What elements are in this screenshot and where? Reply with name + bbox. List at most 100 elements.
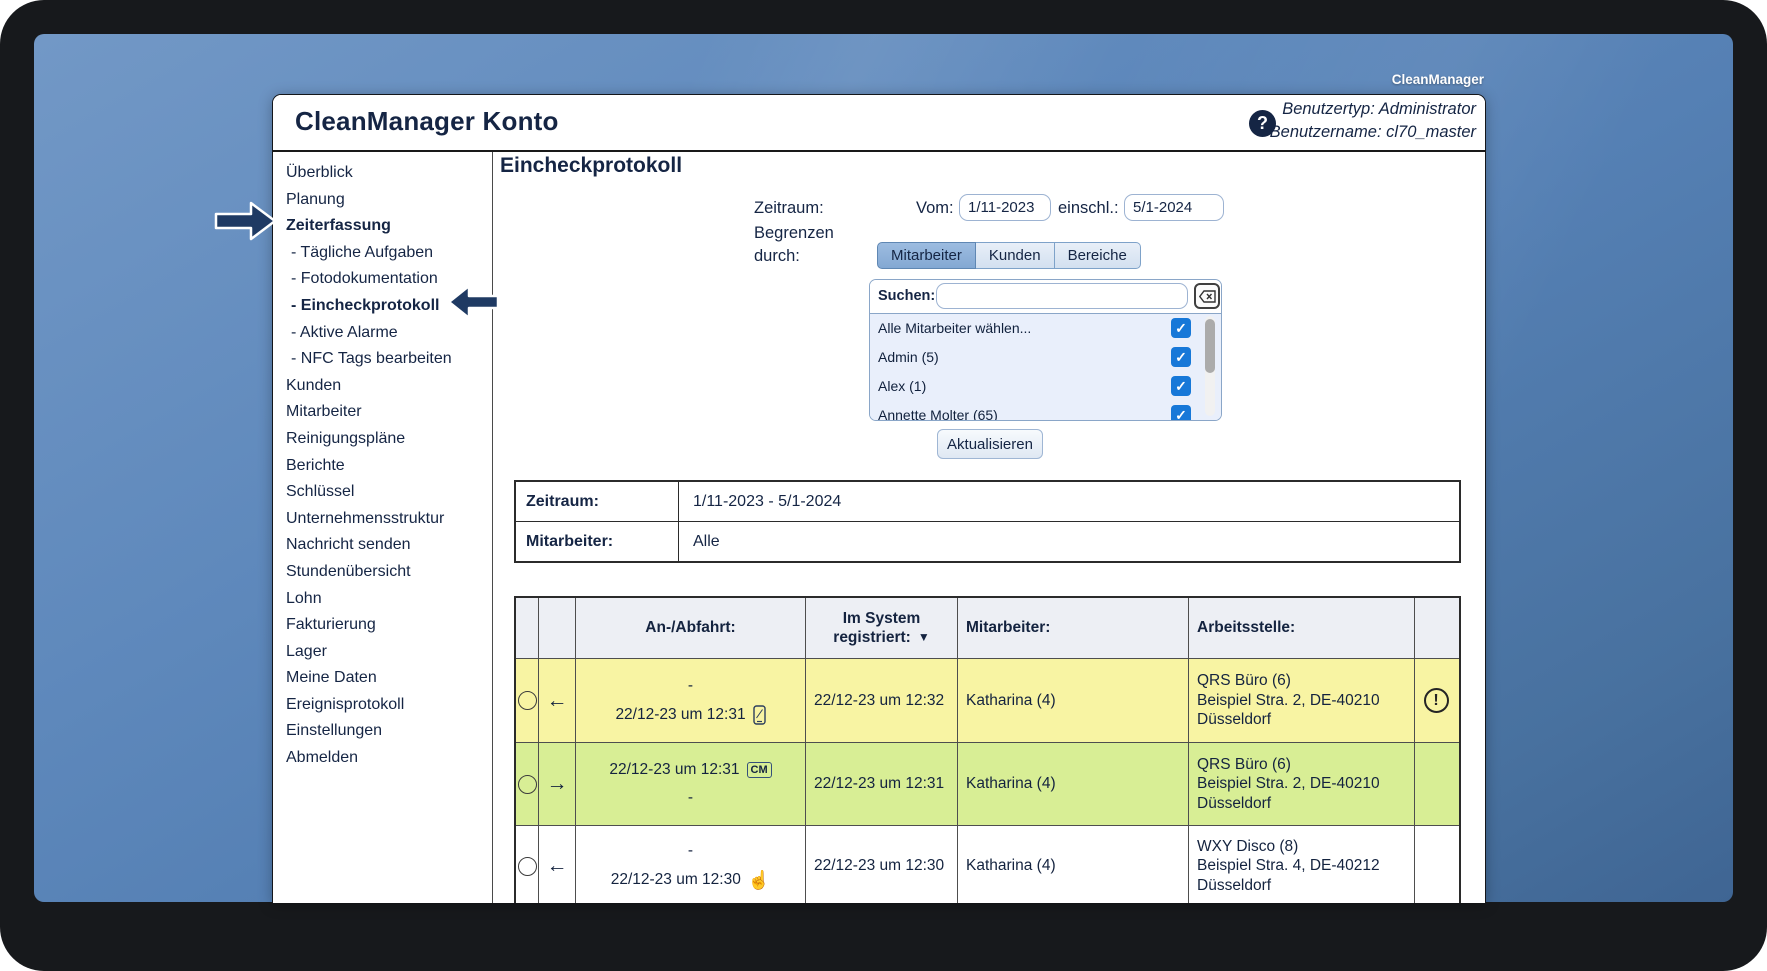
- browser-titlebar-brand: CleanManager: [1392, 72, 1484, 87]
- summary-value: Alle: [679, 522, 1459, 561]
- header-mitarbeiter: Mitarbeiter:: [958, 598, 1189, 658]
- arbeitsstelle-street: Beispiel Stra. 2, DE-40210: [1197, 774, 1380, 794]
- sidebar-item-abmelden[interactable]: Abmelden: [286, 745, 492, 772]
- sidebar-item-fakturierung[interactable]: Fakturierung: [286, 612, 492, 639]
- filter-summary-table: Zeitraum: 1/11-2023 - 5/1-2024 Mitarbeit…: [514, 480, 1461, 563]
- arbeitsstelle-street: Beispiel Stra. 4, DE-40212: [1197, 856, 1380, 876]
- table-row[interactable]: → 22/12-23 um 12:31 CM - 22/12-23 um 12:…: [516, 742, 1459, 825]
- header-an-abfahrt: An-/Abfahrt:: [576, 598, 806, 658]
- header-line: Im System: [843, 609, 921, 628]
- sidebar-item-einstellungen[interactable]: Einstellungen: [286, 718, 492, 745]
- arbeitsstelle-cell: WXY Disco (8) Beispiel Stra. 4, DE-40212…: [1189, 826, 1415, 903]
- annotation-arrow-right-icon: [214, 199, 278, 248]
- sidebar-item-kunden[interactable]: Kunden: [286, 373, 492, 400]
- arbeitsstelle-city: Düsseldorf: [1197, 794, 1380, 814]
- mitarbeiter-cell: Katharina (4): [958, 743, 1189, 825]
- clear-search-button[interactable]: [1194, 283, 1220, 309]
- einschl-date-input[interactable]: [1124, 194, 1224, 221]
- tab-bereiche[interactable]: Bereiche: [1055, 242, 1141, 269]
- summary-row-mitarbeiter: Mitarbeiter: Alle: [516, 521, 1459, 561]
- arbeitsstelle-city: Düsseldorf: [1197, 710, 1380, 730]
- list-item-annette[interactable]: Annette Molter (65) ✓: [870, 401, 1221, 420]
- direction-cell: ←: [539, 826, 576, 903]
- search-bar: Suchen:: [870, 280, 1221, 313]
- radio-cell: [516, 743, 539, 825]
- sidebar-item-meine-daten[interactable]: Meine Daten: [286, 665, 492, 692]
- list-item-label: Admin (5): [878, 349, 939, 365]
- sidebar-item-zeiterfassung[interactable]: Zeiterfassung: [286, 213, 492, 240]
- list-item-label: Annette Molter (65): [878, 407, 998, 420]
- radio-cell: [516, 659, 539, 742]
- sidebar-item-nfc-tags[interactable]: - NFC Tags bearbeiten: [286, 346, 492, 373]
- list-scrollbar[interactable]: [1205, 316, 1215, 416]
- row-radio[interactable]: [518, 775, 537, 794]
- filter-tabs: Mitarbeiter Kunden Bereiche: [877, 242, 1141, 269]
- checkbox-checked-icon[interactable]: ✓: [1171, 347, 1191, 367]
- header-arbeitsstelle: Arbeitsstelle:: [1189, 598, 1415, 658]
- radio-cell: [516, 826, 539, 903]
- list-item-alle[interactable]: Alle Mitarbeiter wählen... ✓: [870, 314, 1221, 343]
- tab-mitarbeiter[interactable]: Mitarbeiter: [877, 242, 976, 269]
- checkbox-checked-icon[interactable]: ✓: [1171, 405, 1191, 420]
- backspace-clear-icon: [1199, 290, 1216, 303]
- sidebar-item-planung[interactable]: Planung: [286, 187, 492, 214]
- abfahrt-time: -: [688, 677, 693, 695]
- sidebar-item-schluessel[interactable]: Schlüssel: [286, 479, 492, 506]
- sidebar-item-lager[interactable]: Lager: [286, 639, 492, 666]
- sidebar-item-lohn[interactable]: Lohn: [286, 586, 492, 613]
- ankunft-time: -: [688, 789, 693, 807]
- sidebar-item-mitarbeiter[interactable]: Mitarbeiter: [286, 399, 492, 426]
- sidebar-item-berichte[interactable]: Berichte: [286, 453, 492, 480]
- cm-badge-icon: CM: [747, 762, 772, 778]
- user-type-label: Benutzertyp: Administrator: [1270, 98, 1476, 121]
- sidebar-item-ereignisprotokoll[interactable]: Ereignisprotokoll: [286, 692, 492, 719]
- im-system-cell: 22/12-23 um 12:32: [806, 659, 958, 742]
- hand-pointer-icon: ☝: [748, 870, 770, 891]
- arbeitsstelle-cell: QRS Büro (6) Beispiel Stra. 2, DE-40210 …: [1189, 659, 1415, 742]
- table-row[interactable]: ← - 22/12-23 um 12:31 22/12-23 um 12:32 …: [516, 658, 1459, 742]
- ankunft-time: 22/12-23 um 12:31: [615, 706, 745, 724]
- page-title: CleanManager Konto: [295, 106, 559, 137]
- sort-desc-icon[interactable]: ▼: [918, 628, 930, 647]
- scrollbar-thumb[interactable]: [1205, 319, 1215, 373]
- warning-cell: !: [1415, 659, 1457, 742]
- main-content: Eincheckprotokoll Zeitraum: Vom: einschl…: [494, 152, 1485, 903]
- row-radio[interactable]: [518, 691, 537, 710]
- an-abfahrt-cell: - 22/12-23 um 12:31: [576, 659, 806, 742]
- vom-label: Vom:: [916, 199, 954, 218]
- zeitraum-label: Zeitraum:: [754, 199, 824, 218]
- arrow-right-icon: →: [547, 772, 568, 796]
- direction-cell: ←: [539, 659, 576, 742]
- summary-value: 1/11-2023 - 5/1-2024: [679, 482, 1459, 521]
- header-line: registriert:: [833, 628, 911, 647]
- search-input[interactable]: [936, 283, 1188, 309]
- smartphone-icon: [753, 705, 766, 725]
- summary-label: Zeitraum:: [516, 482, 679, 521]
- aktualisieren-button[interactable]: Aktualisieren: [937, 429, 1043, 459]
- row-radio[interactable]: [518, 857, 537, 876]
- ankunft-time: 22/12-23 um 12:30: [611, 871, 741, 889]
- abfahrt-time: -: [688, 842, 693, 860]
- begrenzen-label: Begrenzen durch:: [754, 222, 844, 268]
- header-radio-col: [516, 598, 539, 658]
- tab-kunden[interactable]: Kunden: [976, 242, 1055, 269]
- list-item-admin[interactable]: Admin (5) ✓: [870, 343, 1221, 372]
- list-item-alex[interactable]: Alex (1) ✓: [870, 372, 1221, 401]
- sidebar-item-taegliche-aufgaben[interactable]: - Tägliche Aufgaben: [286, 240, 492, 267]
- checkbox-checked-icon[interactable]: ✓: [1171, 376, 1191, 396]
- summary-row-zeitraum: Zeitraum: 1/11-2023 - 5/1-2024: [516, 482, 1459, 521]
- table-row[interactable]: ← - 22/12-23 um 12:30 ☝ 22/12-23 um 12:3…: [516, 825, 1459, 903]
- checkbox-checked-icon[interactable]: ✓: [1171, 318, 1191, 338]
- sidebar-item-unternehmensstruktur[interactable]: Unternehmensstruktur: [286, 506, 492, 533]
- sidebar-item-ueberblick[interactable]: Überblick: [286, 160, 492, 187]
- abfahrt-time: 22/12-23 um 12:31: [609, 761, 739, 779]
- vom-date-input[interactable]: [959, 194, 1051, 221]
- sidebar-item-reinigungsplaene[interactable]: Reinigungspläne: [286, 426, 492, 453]
- arbeitsstelle-street: Beispiel Stra. 2, DE-40210: [1197, 691, 1380, 711]
- warning-icon[interactable]: !: [1424, 688, 1449, 713]
- sidebar-item-nachricht-senden[interactable]: Nachricht senden: [286, 532, 492, 559]
- sidebar-item-stundenuebersicht[interactable]: Stundenübersicht: [286, 559, 492, 586]
- checkin-table: An-/Abfahrt: Im System registriert: ▼ Mi…: [514, 596, 1461, 903]
- mitarbeiter-filter-panel: Suchen: Alle Mitarbeiter wählen... ✓ Adm…: [869, 279, 1222, 421]
- arbeitsstelle-cell: QRS Büro (6) Beispiel Stra. 2, DE-40210 …: [1189, 743, 1415, 825]
